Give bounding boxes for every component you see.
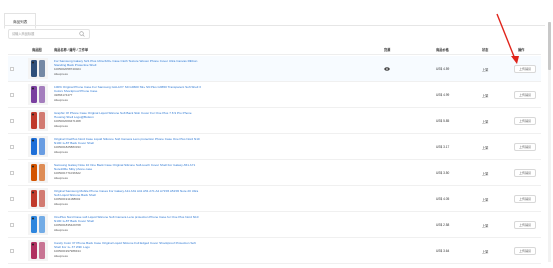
product-price: US$ 3.50 [436, 171, 450, 175]
product-status: 上架 [482, 250, 489, 254]
product-name[interactable]: 100% Original Phone Case For Samsung GAL… [54, 85, 201, 93]
upload-listing-button[interactable]: 上传铺货 [514, 143, 536, 151]
header-status: 状态 [482, 48, 489, 52]
product-thumbnail [28, 188, 48, 209]
product-store: Aliexpress [54, 227, 68, 232]
product-status: 上架 [482, 120, 489, 124]
table-row[interactable]: For Samsung Galaxy S21 Plus Ultra 620+ C… [8, 56, 541, 82]
row-checkbox[interactable] [10, 223, 14, 227]
upload-listing-button[interactable]: 上传铺货 [514, 195, 536, 203]
row-checkbox[interactable] [10, 197, 14, 201]
product-title[interactable]: Original Samsung Mobile Phone Cases For … [54, 189, 202, 206]
product-store: Aliexpress [54, 97, 68, 102]
product-status: 上架 [482, 198, 489, 202]
product-thumbnail [28, 214, 48, 235]
product-status: 上架 [482, 146, 489, 150]
product-store: Aliexpress [54, 253, 68, 258]
product-title[interactable]: Candy Color 37 Phone Back Case Original … [54, 241, 202, 258]
header-action: 操作 [518, 48, 525, 52]
tab-divider [4, 25, 545, 26]
product-name[interactable]: Graphic Of Phone Case Original Liquid Si… [54, 111, 192, 119]
row-checkbox[interactable] [10, 145, 14, 149]
tab-bar: 商品列表 [4, 10, 37, 29]
table-row[interactable]: Candy Color 37 Phone Back Case Original … [8, 238, 541, 264]
product-title[interactable]: Graphic Of Phone Case Original Liquid Si… [54, 111, 202, 128]
product-price: US$ 4.59 [436, 67, 450, 71]
table-row[interactable]: Graphic Of Phone Case Original Liquid Si… [8, 108, 541, 134]
product-name[interactable]: Original Samsung Mobile Phone Cases For … [54, 189, 198, 197]
table-row[interactable]: OnePlus Nord Case soft Liquid Silicone S… [8, 212, 541, 238]
product-price: US$ 4.05 [436, 197, 450, 201]
upload-listing-button[interactable]: 上传铺货 [514, 65, 536, 73]
table-body: For Samsung Galaxy S21 Plus Ultra 620+ C… [8, 56, 541, 264]
upload-listing-button[interactable]: 上传铺货 [514, 117, 536, 125]
header-sources: 货源 [384, 48, 391, 52]
upload-listing-button[interactable]: 上传铺货 [514, 169, 536, 177]
row-checkbox[interactable] [10, 171, 14, 175]
product-store: Aliexpress [54, 123, 68, 128]
table-row[interactable]: Original Samsung Mobile Phone Cases For … [8, 186, 541, 212]
product-thumbnail [28, 84, 48, 105]
product-name[interactable]: OnePlus Nord Case soft Liquid Silicone S… [54, 215, 198, 223]
table-header: 商品图 商品名称 / 编号 / 工作单 货源 商品价格 状态 操作 [8, 44, 541, 55]
eye-icon[interactable] [384, 67, 390, 71]
product-title[interactable]: For Samsung Galaxy S21 Plus Ultra 620+ C… [54, 59, 202, 76]
product-thumbnail [28, 58, 48, 79]
row-checkbox[interactable] [10, 249, 14, 253]
upload-listing-button[interactable]: 上传铺货 [514, 221, 536, 229]
product-status: 上架 [482, 224, 489, 228]
product-status: 上架 [482, 68, 489, 72]
product-store: Aliexpress [54, 175, 68, 180]
scrollbar-thumb[interactable] [548, 22, 551, 70]
product-store: Aliexpress [54, 201, 68, 206]
product-name[interactable]: For Samsung Galaxy S21 Plus Ultra 620+ C… [54, 59, 197, 67]
header-image: 商品图 [32, 48, 42, 52]
table-row[interactable]: 100% Original Phone Case For Samsung GAL… [8, 82, 541, 108]
product-store: Aliexpress [54, 71, 68, 76]
product-status: 上架 [482, 94, 489, 98]
product-price: US$ 3.17 [436, 145, 450, 149]
product-thumbnail [28, 240, 48, 261]
upload-listing-button[interactable]: 上传铺货 [514, 247, 536, 255]
upload-listing-button[interactable]: 上传铺货 [514, 91, 536, 99]
product-title[interactable]: Samsung Galaxy Note 10 One Back Case Ori… [54, 163, 202, 180]
product-price: US$ 5.85 [436, 119, 450, 123]
product-title[interactable]: Original OnePlus Nord Case Liquid Silico… [54, 137, 202, 154]
product-price: US$ 3.64 [436, 249, 450, 253]
table-row[interactable]: Original OnePlus Nord Case Liquid Silico… [8, 134, 541, 160]
product-name[interactable]: Samsung Galaxy Note 10 One Back Case Ori… [54, 163, 195, 171]
product-status: 上架 [482, 172, 489, 176]
product-price: US$ 4.99 [436, 93, 450, 97]
row-checkbox[interactable] [10, 119, 14, 123]
row-checkbox[interactable] [10, 67, 14, 71]
product-price: US$ 2.58 [436, 223, 450, 227]
tab-product-list[interactable]: 商品列表 [4, 13, 37, 29]
product-name[interactable]: Original OnePlus Nord Case Liquid Silico… [54, 137, 200, 145]
search-icon[interactable] [79, 31, 85, 37]
product-store: Aliexpress [54, 149, 68, 154]
product-title[interactable]: 100% Original Phone Case For Samsung GAL… [54, 85, 202, 102]
product-title[interactable]: OnePlus Nord Case soft Liquid Silicone S… [54, 215, 202, 232]
header-title: 商品名称 / 编号 / 工作单 [54, 48, 89, 52]
row-checkbox[interactable] [10, 93, 14, 97]
search-input[interactable]: 请输入商品标题 [8, 29, 90, 39]
product-thumbnail [28, 110, 48, 131]
product-name[interactable]: Candy Color 37 Phone Back Case Original … [54, 241, 196, 249]
header-price: 商品价格 [436, 48, 449, 52]
product-thumbnail [28, 162, 48, 183]
product-thumbnail [28, 136, 48, 157]
table-row[interactable]: Samsung Galaxy Note 10 One Back Case Ori… [8, 160, 541, 186]
